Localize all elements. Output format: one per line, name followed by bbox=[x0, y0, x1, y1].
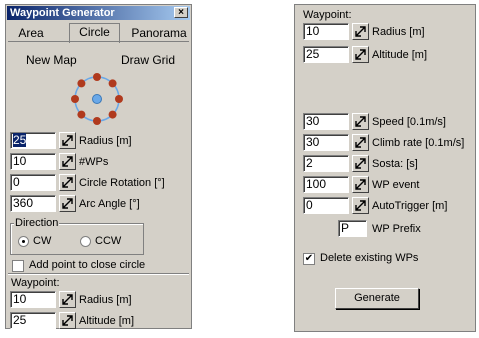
speed-label: Speed [0.1m/s] bbox=[372, 116, 446, 128]
radius-label: Radius [m] bbox=[372, 26, 425, 38]
wp-radius-spinner[interactable] bbox=[59, 291, 76, 308]
tab-circle[interactable]: Circle bbox=[69, 23, 120, 43]
altitude-spinner[interactable] bbox=[352, 46, 369, 63]
checkmark-icon: ✔ bbox=[304, 253, 314, 264]
wp-event-input[interactable]: 100 bbox=[303, 176, 349, 193]
circle-waypoints-icon bbox=[71, 73, 123, 125]
wps-count-input[interactable]: 10 bbox=[10, 153, 56, 170]
close-button[interactable]: × bbox=[174, 7, 188, 18]
circle-rotation-input[interactable]: 0 bbox=[10, 174, 56, 191]
circle-rotation-spinner[interactable] bbox=[59, 174, 76, 191]
window-title: Waypoint Generator bbox=[10, 7, 115, 19]
waypoint-section-label: Waypoint: bbox=[303, 9, 352, 21]
tab-divider bbox=[8, 41, 189, 42]
cw-radio[interactable] bbox=[18, 236, 29, 247]
wp-radius-label: Radius [m] bbox=[79, 294, 132, 306]
delete-existing-checkbox[interactable]: ✔ bbox=[303, 253, 315, 265]
draw-grid-button[interactable]: Draw Grid bbox=[121, 53, 175, 67]
waypoint-generator-window: Waypoint Generator × Area Circle Panoram… bbox=[5, 4, 192, 329]
delete-existing-label: Delete existing WPs bbox=[320, 252, 419, 264]
sosta-input[interactable]: 2 bbox=[303, 155, 349, 172]
climb-rate-input[interactable]: 30 bbox=[303, 134, 349, 151]
wp-prefix-input[interactable]: P bbox=[338, 220, 367, 237]
spinner-arrows-icon bbox=[62, 177, 73, 188]
autotrigger-input[interactable]: 0 bbox=[303, 197, 349, 214]
altitude-label: Altitude [m] bbox=[372, 49, 428, 61]
window-titlebar: Waypoint Generator × bbox=[7, 6, 190, 20]
spinner-arrows-icon bbox=[355, 158, 366, 169]
sosta-spinner[interactable] bbox=[352, 155, 369, 172]
wp-prefix-label: WP Prefix bbox=[372, 223, 421, 235]
wp-event-spinner[interactable] bbox=[352, 176, 369, 193]
autotrigger-spinner[interactable] bbox=[352, 197, 369, 214]
arc-angle-label: Arc Angle [°] bbox=[79, 198, 140, 210]
ccw-label: CCW bbox=[95, 235, 122, 247]
autotrigger-label: AutoTrigger [m] bbox=[372, 200, 448, 212]
radius-input[interactable]: 25 bbox=[10, 132, 56, 149]
climb-rate-spinner[interactable] bbox=[352, 134, 369, 151]
wps-count-label: #WPs bbox=[79, 156, 109, 168]
spinner-arrows-icon bbox=[355, 179, 366, 190]
generate-button[interactable]: Generate bbox=[335, 288, 419, 309]
wps-count-spinner[interactable] bbox=[59, 153, 76, 170]
cw-label: CW bbox=[33, 235, 52, 247]
speed-spinner[interactable] bbox=[352, 113, 369, 130]
arc-angle-input[interactable]: 360 bbox=[10, 195, 56, 212]
spinner-arrows-icon bbox=[355, 137, 366, 148]
tab-area[interactable]: Area bbox=[10, 25, 52, 42]
direction-legend: Direction bbox=[14, 217, 60, 229]
tab-panorama[interactable]: Panorama bbox=[128, 25, 190, 42]
add-point-label: Add point to close circle bbox=[29, 259, 146, 271]
wp-altitude-spinner[interactable] bbox=[59, 312, 76, 329]
spinner-arrows-icon bbox=[62, 198, 73, 209]
spinner-arrows-icon bbox=[355, 200, 366, 211]
wp-altitude-label: Altitude [m] bbox=[79, 315, 135, 327]
speed-input[interactable]: 30 bbox=[303, 113, 349, 130]
waypoint-section-label: Waypoint: bbox=[11, 277, 60, 289]
spinner-arrows-icon bbox=[355, 26, 366, 37]
spinner-arrows-icon bbox=[62, 315, 73, 326]
spinner-arrows-icon bbox=[62, 135, 73, 146]
spinner-arrows-icon bbox=[62, 156, 73, 167]
wp-event-label: WP event bbox=[372, 179, 420, 191]
waypoint-settings-panel: Waypoint: 10 Radius [m] 25 Altitude [m] … bbox=[294, 4, 476, 332]
circle-rotation-label: Circle Rotation [°] bbox=[79, 177, 165, 189]
add-point-checkbox[interactable] bbox=[12, 260, 24, 272]
radius-label: Radius [m] bbox=[79, 135, 132, 147]
spinner-arrows-icon bbox=[62, 294, 73, 305]
close-icon: × bbox=[178, 7, 184, 18]
altitude-input[interactable]: 25 bbox=[303, 46, 349, 63]
ccw-radio[interactable] bbox=[80, 236, 91, 247]
radius-spinner[interactable] bbox=[59, 132, 76, 149]
arc-angle-spinner[interactable] bbox=[59, 195, 76, 212]
section-divider bbox=[8, 273, 189, 275]
radio-selected-dot bbox=[22, 240, 25, 243]
radius-spinner[interactable] bbox=[352, 23, 369, 40]
wp-altitude-input[interactable]: 25 bbox=[10, 312, 56, 329]
wp-radius-input[interactable]: 10 bbox=[10, 291, 56, 308]
radius-input[interactable]: 10 bbox=[303, 23, 349, 40]
climb-rate-label: Climb rate [0.1m/s] bbox=[372, 137, 465, 149]
spinner-arrows-icon bbox=[355, 116, 366, 127]
sosta-label: Sosta: [s] bbox=[372, 158, 418, 170]
spinner-arrows-icon bbox=[355, 49, 366, 60]
new-map-button[interactable]: New Map bbox=[26, 53, 77, 67]
